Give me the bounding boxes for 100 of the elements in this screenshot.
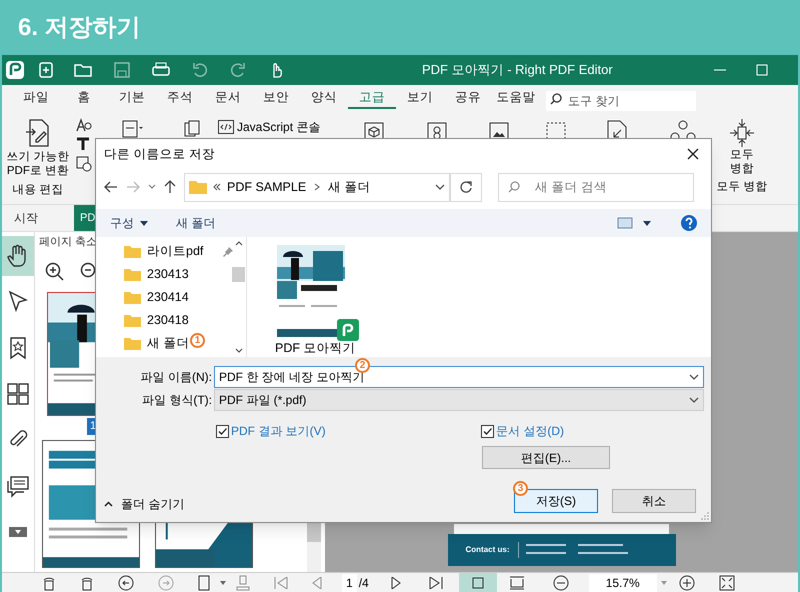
zoom-field[interactable]: 15.7% (588, 574, 657, 592)
folder-icon (124, 291, 141, 304)
menu-tab[interactable]: 공유 (444, 88, 492, 109)
menu-tab[interactable]: 도움말 (492, 88, 540, 109)
checkbox-label[interactable]: PDF 결과 보기(V) (231, 422, 326, 440)
checkbox[interactable] (481, 424, 494, 438)
panel-title: 페이지 축소 (39, 235, 98, 250)
checkbox-label[interactable]: 문서 설정(D) (496, 422, 564, 440)
path-segment[interactable]: PDF SAMPLE (227, 178, 306, 196)
refresh-icon (460, 180, 472, 194)
caret-icon[interactable] (220, 580, 226, 584)
caret-icon[interactable] (643, 220, 651, 226)
address-bar[interactable]: PDF SAMPLE 새 폴더 (184, 172, 450, 202)
convert-button[interactable]: 쓰기 가능한 PDF로 변환 (5, 150, 71, 178)
folder-item[interactable]: 새 폴더 (124, 332, 190, 355)
help-icon[interactable] (681, 215, 697, 231)
page-count: /4 (358, 574, 369, 592)
up-arrow-icon[interactable] (164, 180, 176, 194)
folder-name: 230418 (147, 312, 189, 330)
folder-name: 230414 (147, 289, 189, 306)
grid-icon (6, 382, 30, 406)
text-icon[interactable] (76, 137, 90, 151)
menu-tab[interactable]: 고급 (348, 88, 396, 109)
organize-button[interactable]: 구성 (110, 214, 134, 232)
fit-page-button[interactable] (458, 573, 497, 592)
comment-icon (6, 474, 30, 498)
dropdown-icon[interactable] (435, 184, 445, 190)
folder-item[interactable]: 230414 (124, 286, 189, 309)
zoom-out-icon[interactable] (552, 574, 569, 590)
banner-title: 6. 저장하기 (18, 12, 141, 42)
print-icon[interactable] (152, 62, 170, 78)
document-tab[interactable]: 시작 (2, 205, 62, 231)
group-label: 내용 편집 (12, 183, 64, 198)
folder-name: 230413 (147, 266, 189, 284)
search-icon (508, 180, 520, 192)
code-icon[interactable] (218, 120, 234, 134)
hide-folders-button[interactable]: 폴더 숨기기 (121, 495, 184, 513)
caret-icon[interactable] (140, 220, 148, 226)
zoom-in-icon[interactable] (45, 262, 65, 282)
edit-button[interactable]: 편집(E)... (482, 446, 610, 469)
folder-icon (189, 180, 207, 194)
back-arrow-icon[interactable] (104, 181, 118, 193)
chevron-up-icon[interactable] (104, 501, 113, 507)
fit-page-icon (470, 576, 485, 590)
menu-tab[interactable]: 주석 (156, 88, 204, 109)
menu-tab[interactable]: 홈 (60, 88, 108, 109)
chevron-right-icon (314, 183, 320, 191)
pointer-icon (6, 290, 30, 314)
font-icon[interactable] (76, 118, 92, 132)
page-icon[interactable] (198, 574, 210, 590)
field-label: 파일 형식(T): (141, 392, 213, 409)
cancel-button[interactable]: 취소 (612, 489, 696, 513)
folder-name: 새 폴더 (147, 335, 190, 352)
new-folder-button[interactable]: 새 폴더 (176, 214, 216, 232)
page-field[interactable]: 1 (342, 574, 357, 592)
folder-name: 라이트pdf (147, 243, 204, 260)
search-field[interactable]: 새 폴더 검색 (498, 172, 694, 202)
tool-search-field[interactable]: 도구 찾기 (546, 90, 696, 110)
javascript-console-button[interactable]: JavaScript 콘솔 (237, 120, 320, 134)
fullscreen-icon[interactable] (718, 574, 735, 590)
folder-item[interactable]: 라이트pdf (124, 240, 234, 263)
scrollbar-thumb[interactable] (232, 267, 245, 282)
pages-icon[interactable] (184, 120, 200, 138)
new-file-icon[interactable] (38, 62, 54, 78)
folder-item[interactable]: 230413 (124, 263, 189, 286)
file-name[interactable]: PDF 모아찍기 (275, 339, 356, 358)
scroll-up-icon[interactable] (234, 241, 242, 246)
menu-tab[interactable]: 문서 (204, 88, 252, 109)
folder-icon[interactable] (74, 63, 92, 77)
maximize-icon[interactable] (756, 64, 768, 76)
refresh-button[interactable] (450, 172, 482, 202)
checkbox[interactable] (216, 424, 229, 438)
folder-icon (124, 314, 141, 327)
merge-icon (729, 118, 755, 148)
resize-grip-icon[interactable] (701, 512, 709, 520)
path-segment[interactable]: 새 폴더 (328, 178, 371, 196)
folder-item[interactable]: 230418 (124, 309, 189, 332)
scroll-down-icon[interactable] (234, 348, 242, 353)
menu-tab[interactable]: 보기 (396, 88, 444, 109)
folder-icon (124, 245, 141, 258)
back-icon[interactable] (118, 574, 134, 590)
image-edit-icon[interactable] (76, 156, 92, 172)
last-page-icon[interactable] (428, 576, 443, 588)
caret-icon[interactable] (148, 184, 156, 190)
zoom-out-icon[interactable] (80, 262, 96, 278)
next-page-icon[interactable] (390, 576, 401, 588)
dropdown-icon[interactable] (689, 374, 699, 380)
file-type-dropdown[interactable]: PDF 파일 (*.pdf) (214, 389, 704, 411)
close-icon[interactable] (687, 148, 699, 160)
merge-all-button[interactable]: 모두 병합 (729, 148, 755, 176)
fit-width-icon[interactable] (508, 576, 525, 590)
zoom-in-icon[interactable] (678, 574, 695, 590)
menu-tab[interactable]: 기본 (108, 88, 156, 109)
menu-tab[interactable]: 양식 (300, 88, 348, 109)
menu-tab[interactable]: 보안 (252, 88, 300, 109)
hand-tool[interactable] (2, 236, 34, 276)
menu-tab[interactable]: 파일 (12, 88, 60, 109)
dialog-title: 다른 이름으로 저장 (104, 146, 216, 163)
view-icon[interactable] (617, 217, 633, 229)
dropdown-icon (689, 397, 699, 403)
